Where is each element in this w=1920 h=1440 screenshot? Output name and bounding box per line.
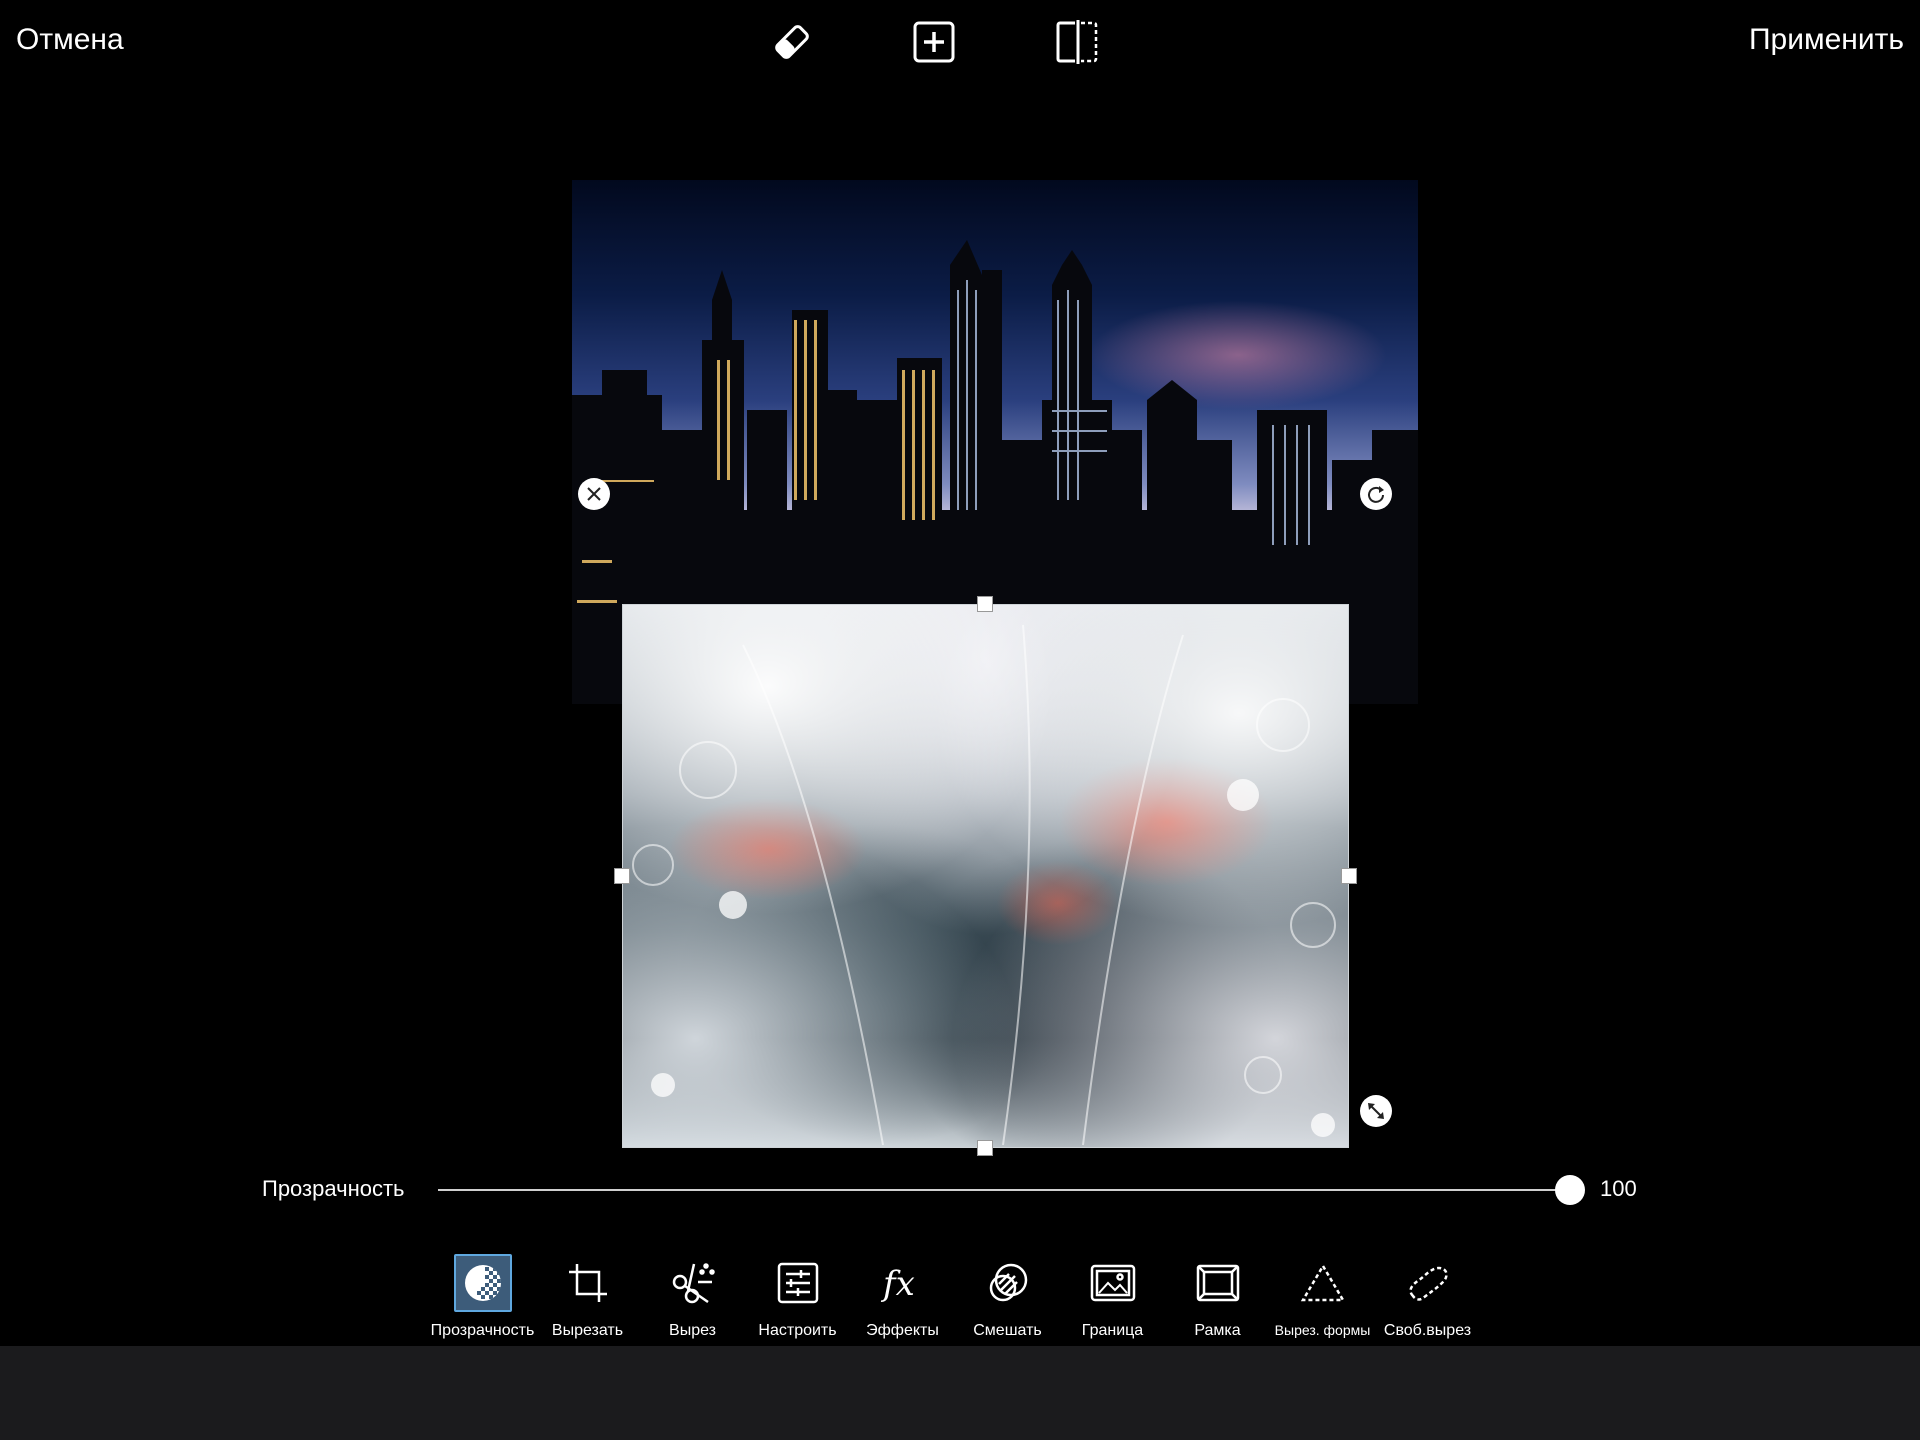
border-icon [1084, 1254, 1142, 1312]
opacity-slider[interactable] [438, 1175, 1585, 1205]
tool-crop[interactable]: Вырезать [535, 1254, 640, 1344]
overlay-sticker-image[interactable] [622, 604, 1349, 1148]
tool-label: Вырезать [551, 1322, 624, 1339]
tool-cutout[interactable]: Вырез [640, 1254, 745, 1344]
opacity-slider-row: Прозрачность 100 [0, 1168, 1920, 1212]
svg-text:fx: fx [880, 1264, 915, 1304]
tool-shape-crop[interactable]: Вырез. формы [1270, 1254, 1375, 1344]
top-bar: Отмена Применить [0, 0, 1920, 82]
rotate-icon[interactable] [1360, 478, 1392, 510]
cutout-scissors-icon [664, 1254, 722, 1312]
add-layer-icon[interactable] [910, 18, 958, 66]
apply-button[interactable]: Применить [1749, 20, 1904, 60]
tool-border[interactable]: Граница [1060, 1254, 1165, 1344]
tool-blend[interactable]: Смешать [955, 1254, 1060, 1344]
tool-frame[interactable]: Рамка [1165, 1254, 1270, 1344]
resize-handle-bottom[interactable] [977, 1140, 993, 1156]
close-icon[interactable] [578, 478, 610, 510]
tool-label: Прозрачность [430, 1322, 535, 1339]
resize-handle-left[interactable] [614, 868, 630, 884]
tool-label: Своб.вырез [1383, 1322, 1472, 1339]
resize-handle-right[interactable] [1341, 868, 1357, 884]
tool-label: Смешать [973, 1322, 1042, 1339]
compare-icon[interactable] [1053, 18, 1101, 66]
crop-icon [559, 1254, 617, 1312]
opacity-slider-thumb[interactable] [1555, 1175, 1585, 1205]
scale-icon[interactable] [1360, 1095, 1392, 1127]
transparency-icon [453, 1254, 512, 1312]
cancel-button[interactable]: Отмена [16, 20, 124, 60]
blend-icon [979, 1254, 1037, 1312]
tool-free-crop[interactable]: Своб.вырез [1375, 1254, 1480, 1344]
tool-label: Граница [1081, 1322, 1144, 1339]
tool-adjust[interactable]: Настроить [745, 1254, 850, 1344]
tool-transparency[interactable]: Прозрачность [430, 1254, 535, 1344]
opacity-label: Прозрачность [262, 1176, 405, 1201]
editor-canvas [0, 82, 1920, 1156]
free-crop-icon [1399, 1254, 1457, 1312]
shape-crop-icon [1294, 1254, 1352, 1312]
tool-label: Вырез. формы [1274, 1322, 1371, 1338]
resize-handle-top[interactable] [977, 596, 993, 612]
eraser-icon[interactable] [768, 18, 816, 66]
tool-effects[interactable]: fx Эффекты [850, 1254, 955, 1344]
tool-label: Вырез [669, 1322, 716, 1339]
tool-label: Эффекты [866, 1322, 939, 1339]
frame-icon [1189, 1254, 1247, 1312]
effects-fx-icon: fx [874, 1254, 932, 1312]
tool-bar: Прозрачность Вырезать Вырез Настроить fx… [430, 1254, 1480, 1344]
opacity-value: 100 [1600, 1176, 1637, 1201]
adjust-icon [769, 1254, 827, 1312]
tool-label: Настроить [758, 1322, 837, 1339]
opacity-slider-fill [438, 1189, 1570, 1191]
bottom-strip [0, 1346, 1920, 1440]
tool-label: Рамка [1194, 1322, 1241, 1339]
